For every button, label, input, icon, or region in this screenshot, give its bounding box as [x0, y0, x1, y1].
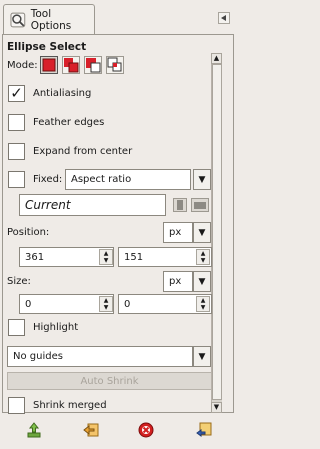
- auto-shrink-button[interactable]: Auto Shrink: [7, 372, 212, 390]
- feather-edges-label: Feather edges: [33, 117, 105, 128]
- chevron-down-icon: ▼: [198, 351, 206, 362]
- position-unit-arrow[interactable]: ▼: [193, 222, 211, 243]
- auto-shrink-label: Auto Shrink: [80, 375, 139, 387]
- antialiasing-checkbox[interactable]: ✓: [8, 85, 25, 102]
- tool-title: Ellipse Select: [7, 41, 87, 53]
- scroll-down-button[interactable]: ▼: [211, 402, 222, 413]
- position-y-spinner[interactable]: ▲ ▼: [196, 249, 210, 265]
- mode-label: Mode:: [7, 60, 38, 71]
- chevron-down-icon: ▼: [198, 227, 206, 238]
- restore-options-icon: [83, 423, 99, 437]
- restore-options-button[interactable]: [82, 421, 100, 439]
- position-x-spinner[interactable]: ▲ ▼: [99, 249, 113, 265]
- fixed-combo-arrow[interactable]: ▼: [193, 169, 211, 190]
- landscape-button[interactable]: [191, 198, 209, 212]
- highlight-label: Highlight: [33, 322, 79, 333]
- checkmark-icon: ✓: [10, 84, 23, 102]
- spin-down-icon: ▼: [103, 257, 109, 264]
- portrait-button[interactable]: [173, 198, 187, 212]
- size-unit-combo[interactable]: px: [163, 271, 193, 292]
- panel-menu-arrow-icon: [221, 15, 226, 21]
- position-unit-combo[interactable]: px: [163, 222, 193, 243]
- highlight-checkbox[interactable]: [8, 319, 25, 336]
- spin-up-icon: ▲: [103, 297, 109, 304]
- spin-down-icon: ▼: [200, 257, 206, 264]
- chevron-down-icon: ▼: [198, 174, 206, 185]
- scroll-up-button[interactable]: ▲: [211, 53, 222, 64]
- mode-subtract-button[interactable]: [84, 56, 102, 74]
- position-unit-value: px: [169, 227, 182, 238]
- size-h-spinner[interactable]: ▲ ▼: [196, 296, 210, 312]
- expand-from-center-checkbox[interactable]: [8, 143, 25, 160]
- position-label: Position:: [7, 227, 50, 238]
- fixed-label: Fixed:: [33, 174, 63, 185]
- mode-replace-icon: [42, 58, 56, 72]
- antialiasing-label: Antialiasing: [33, 88, 92, 99]
- reset-options-icon: [196, 422, 212, 437]
- spin-up-icon: ▲: [200, 297, 206, 304]
- position-x-value: 361: [25, 251, 45, 263]
- fixed-combo[interactable]: Aspect ratio: [65, 169, 191, 190]
- spin-up-icon: ▲: [103, 250, 109, 257]
- save-options-icon: [27, 422, 41, 438]
- mode-intersect-button[interactable]: [106, 56, 124, 74]
- size-unit-value: px: [169, 276, 182, 287]
- fixed-checkbox[interactable]: [8, 171, 25, 188]
- spin-down-icon: ▼: [200, 304, 206, 311]
- mode-replace-button[interactable]: [40, 56, 58, 74]
- mode-add-icon: [64, 58, 79, 73]
- expand-from-center-label: Expand from center: [33, 146, 133, 157]
- position-y-value: 151: [124, 251, 144, 263]
- mode-add-button[interactable]: [62, 56, 80, 74]
- spin-down-icon: ▼: [103, 304, 109, 311]
- guides-combo[interactable]: No guides: [7, 346, 193, 367]
- portrait-icon: [177, 200, 183, 210]
- chevron-down-icon: ▼: [198, 276, 206, 287]
- scrollbar-thumb[interactable]: [212, 64, 222, 400]
- mode-intersect-icon: [107, 57, 122, 72]
- tool-options-icon: [10, 12, 26, 28]
- size-w-value: 0: [25, 298, 32, 310]
- spin-up-icon: ▲: [200, 250, 206, 257]
- size-label: Size:: [7, 276, 31, 287]
- mode-subtract-icon: [86, 58, 101, 73]
- tab-label: Tool Options: [30, 8, 72, 32]
- current-input-value: Current: [25, 198, 71, 212]
- shrink-merged-label: Shrink merged: [33, 400, 107, 411]
- panel-menu-button[interactable]: [218, 12, 230, 24]
- feather-edges-checkbox[interactable]: [8, 114, 25, 131]
- guides-combo-arrow[interactable]: ▼: [193, 346, 211, 367]
- current-input[interactable]: Current: [19, 194, 166, 216]
- shrink-merged-checkbox[interactable]: [8, 397, 25, 414]
- fixed-combo-value: Aspect ratio: [71, 174, 132, 185]
- save-options-button[interactable]: [25, 421, 43, 439]
- size-w-spinner[interactable]: ▲ ▼: [99, 296, 113, 312]
- delete-options-button[interactable]: [137, 421, 155, 439]
- reset-options-button[interactable]: [195, 421, 213, 439]
- tab-tool-options[interactable]: Tool Options: [3, 4, 95, 35]
- delete-icon: [138, 422, 154, 438]
- size-unit-arrow[interactable]: ▼: [193, 271, 211, 292]
- landscape-icon: [194, 202, 206, 209]
- size-h-value: 0: [124, 298, 131, 310]
- guides-combo-value: No guides: [13, 351, 63, 362]
